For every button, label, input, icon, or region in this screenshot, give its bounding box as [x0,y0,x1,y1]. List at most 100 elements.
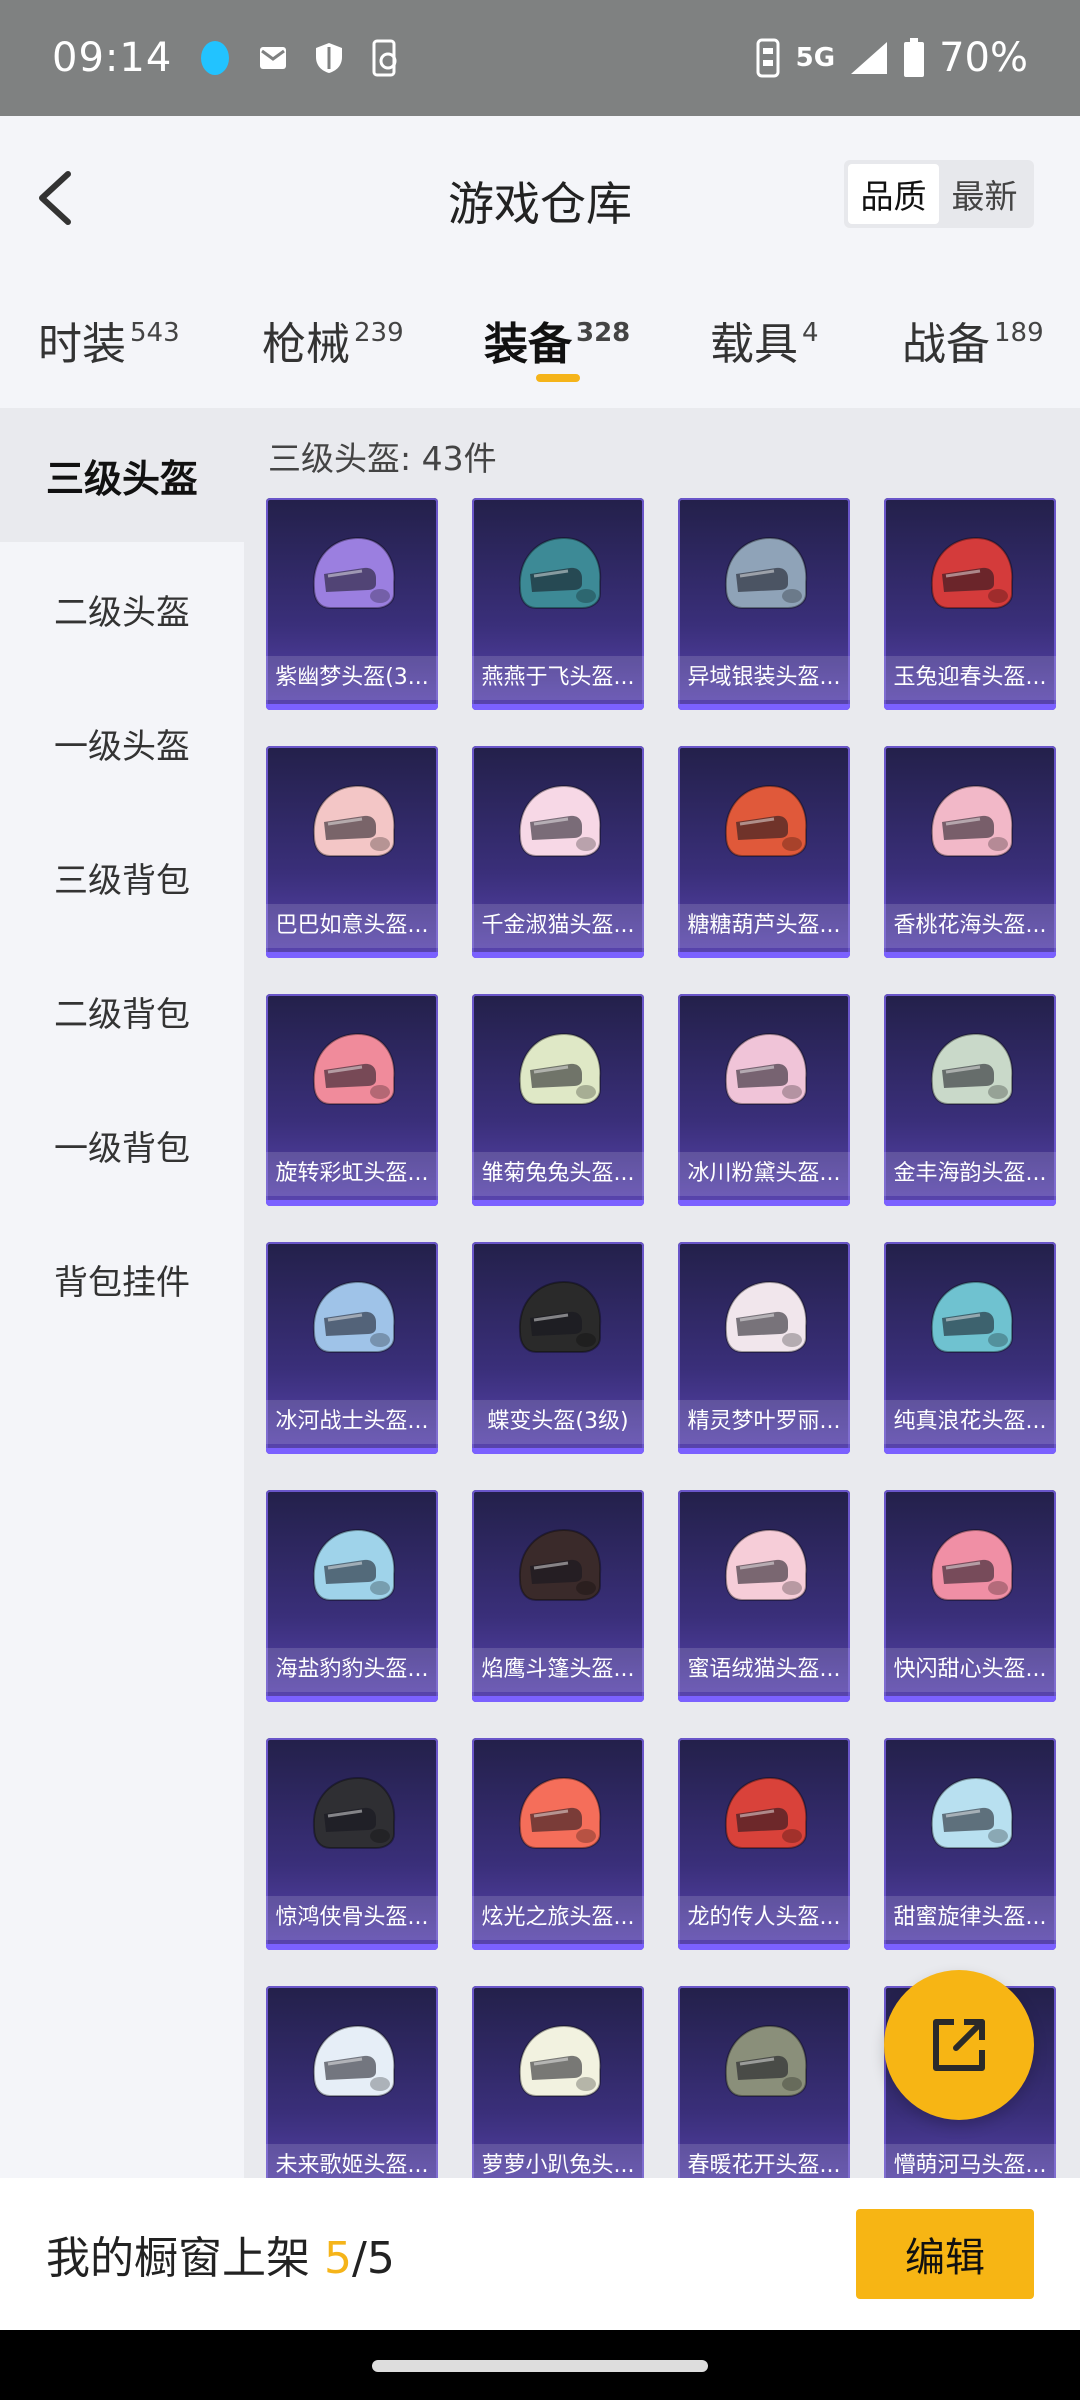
item-card[interactable]: 燕燕于飞头盔... [472,498,644,710]
item-name: 糖糖葫芦头盔... [678,904,850,948]
status-bar: 09:14 5G 70% [0,0,1080,116]
helmet-icon [312,1776,396,1849]
showcase-label: 我的橱窗上架 [46,2233,310,2284]
helmet-icon [312,1280,396,1353]
showcase-current-count: 5 [324,2233,352,2284]
item-card[interactable]: 精灵梦叶罗丽... [678,1242,850,1454]
helmet-icon [930,1280,1014,1353]
sort-latest-button[interactable]: 最新 [939,164,1030,224]
item-card[interactable]: 未来歌姬头盔... [266,1986,438,2178]
item-name: 雏菊兔兔头盔... [472,1152,644,1196]
signal-icon [851,42,888,74]
quality-bar [884,1696,1056,1702]
tab-outfits[interactable]: 时装 543 [38,308,180,372]
item-card[interactable]: 惊鸿侠骨头盔... [266,1738,438,1950]
item-card[interactable]: 紫幽梦头盔(3... [266,498,438,710]
helmet-icon [930,1528,1014,1601]
sidebar-item-backpack-pendant[interactable]: 背包挂件 [0,1212,244,1346]
item-name: 精灵梦叶罗丽... [678,1400,850,1444]
sidebar-item-level3-backpack[interactable]: 三级背包 [0,810,244,944]
tab-supplies[interactable]: 战备 189 [902,308,1044,372]
category-tabs: 时装 543 枪械 239 装备 328 载具 4 战备 189 [0,278,1080,408]
item-name: 冰河战士头盔... [266,1400,438,1444]
network-type: 5G [795,43,836,73]
quality-bar [266,704,438,710]
item-card[interactable]: 快闪甜心头盔... [884,1490,1056,1702]
item-card[interactable]: 千金淑猫头盔... [472,746,644,958]
status-right: 5G 70% [754,35,1028,81]
item-card[interactable]: 蜜语绒猫头盔... [678,1490,850,1702]
item-card[interactable]: 玉兔迎春头盔... [884,498,1056,710]
quality-bar [472,1200,644,1206]
helmet-icon [312,1032,396,1105]
helmet-icon [312,1528,396,1601]
sidebar-item-level3-helmet[interactable]: 三级头盔 [0,408,244,542]
tab-label: 枪械 [262,319,350,370]
item-name: 甜蜜旋律头盔... [884,1896,1056,1940]
helmet-icon [724,1528,808,1601]
item-card[interactable]: 冰河战士头盔... [266,1242,438,1454]
sort-quality-button[interactable]: 品质 [848,164,939,224]
item-name: 龙的传人头盔... [678,1896,850,1940]
sidebar-item-level2-helmet[interactable]: 二级头盔 [0,542,244,676]
item-name: 未来歌姬头盔... [266,2144,438,2178]
tab-count: 4 [802,318,819,348]
item-card[interactable]: 异域银装头盔... [678,498,850,710]
helmet-icon [518,1280,602,1353]
helmet-icon [518,536,602,609]
shield-icon [316,43,343,73]
showcase-total-count: /5 [352,2233,395,2284]
tab-label: 载具 [710,319,798,370]
item-card[interactable]: 冰川粉黛头盔... [678,994,850,1206]
sidebar: 三级头盔 二级头盔 一级头盔 三级背包 二级背包 一级背包 背包挂件 [0,408,244,2178]
quality-bar [678,1200,850,1206]
tab-vehicles[interactable]: 载具 4 [710,308,819,372]
quality-bar [884,1448,1056,1454]
share-fab-button[interactable] [884,1970,1034,2120]
item-card[interactable]: 旋转彩虹头盔... [266,994,438,1206]
quality-bar [472,952,644,958]
tab-count: 543 [130,318,180,348]
phone-sync-icon [372,39,397,77]
item-card[interactable]: 炫光之旅头盔... [472,1738,644,1950]
quality-bar [884,1200,1056,1206]
item-card[interactable]: 龙的传人头盔... [678,1738,850,1950]
quality-bar [472,704,644,710]
sidebar-item-level1-backpack[interactable]: 一级背包 [0,1078,244,1212]
helmet-icon [724,784,808,857]
item-name: 纯真浪花头盔... [884,1400,1056,1444]
item-card[interactable]: 雏菊兔兔头盔... [472,994,644,1206]
item-card[interactable]: 香桃花海头盔... [884,746,1056,958]
sidebar-item-level1-helmet[interactable]: 一级头盔 [0,676,244,810]
notification-icons [198,38,400,78]
status-time: 09:14 [52,35,173,81]
active-tab-indicator [536,374,580,382]
helmet-icon [312,536,396,609]
helmet-icon [518,1776,602,1849]
item-card[interactable]: 焰鹰斗篷头盔... [472,1490,644,1702]
sidebar-item-level2-backpack[interactable]: 二级背包 [0,944,244,1078]
item-card[interactable]: 海盐豹豹头盔... [266,1490,438,1702]
item-card[interactable]: 甜蜜旋律头盔... [884,1738,1056,1950]
item-card[interactable]: 巴巴如意头盔... [266,746,438,958]
item-name: 春暖花开头盔... [678,2144,850,2178]
item-card[interactable]: 春暖花开头盔... [678,1986,850,2178]
tab-guns[interactable]: 枪械 239 [262,308,404,372]
item-card[interactable]: 萝萝小趴兔头... [472,1986,644,2178]
edit-button[interactable]: 编辑 [856,2209,1034,2299]
item-card[interactable]: 金丰海韵头盔... [884,994,1056,1206]
item-name: 巴巴如意头盔... [266,904,438,948]
quality-bar [678,1944,850,1950]
helmet-icon [724,1776,808,1849]
helmet-icon [930,536,1014,609]
item-name: 快闪甜心头盔... [884,1648,1056,1692]
home-gesture-bar[interactable] [372,2360,708,2372]
item-name: 燕燕于飞头盔... [472,656,644,700]
item-card[interactable]: 蝶变头盔(3级) [472,1242,644,1454]
item-card[interactable]: 糖糖葫芦头盔... [678,746,850,958]
quality-bar [472,1944,644,1950]
item-name: 玉兔迎春头盔... [884,656,1056,700]
tab-equipment[interactable]: 装备 328 [484,308,630,372]
item-card[interactable]: 纯真浪花头盔... [884,1242,1056,1454]
quality-bar [266,1200,438,1206]
